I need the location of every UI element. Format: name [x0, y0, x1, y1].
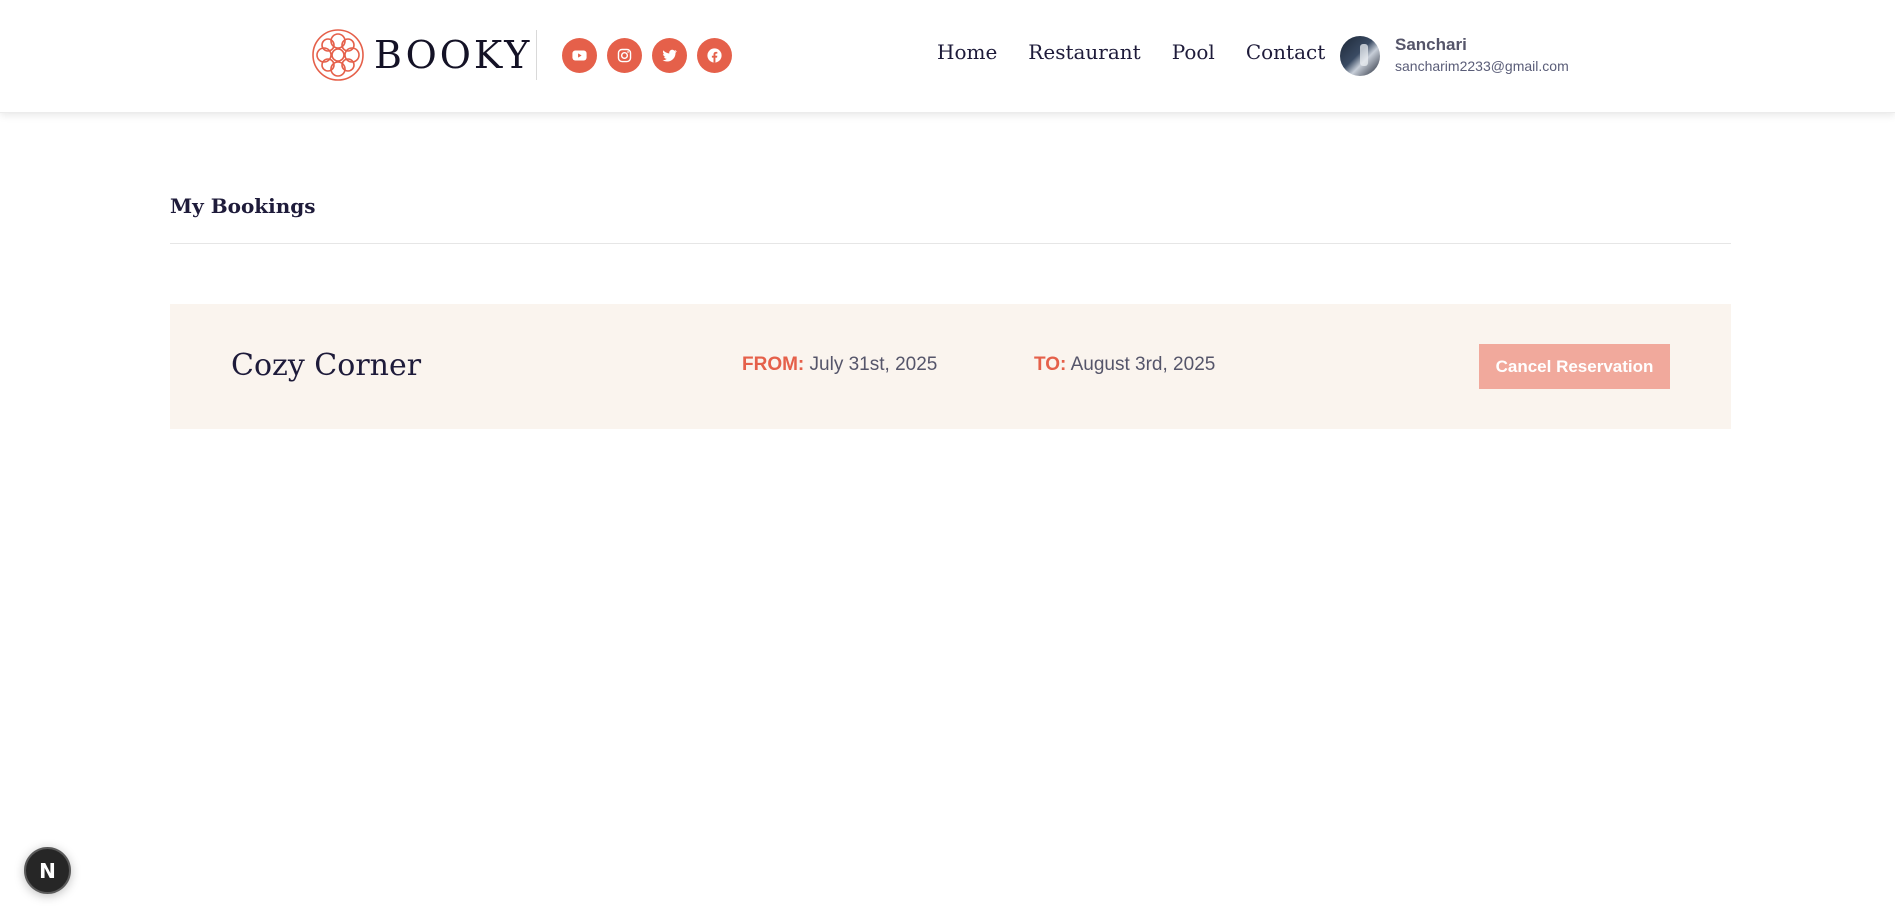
- youtube-icon: [572, 50, 587, 61]
- avatar[interactable]: [1340, 35, 1380, 76]
- user-name: Sanchari: [1395, 35, 1467, 54]
- site-header: BOOKY Home Restaurant Pool Contact Sanch…: [0, 0, 1895, 113]
- user-email: sancharim2233@gmail.com: [1395, 58, 1569, 74]
- from-label: FROM:: [742, 354, 805, 375]
- title-divider: [170, 243, 1731, 244]
- page-title: My Bookings: [170, 194, 316, 218]
- nav-home[interactable]: Home: [937, 40, 997, 64]
- brand-logo[interactable]: BOOKY: [310, 27, 532, 83]
- instagram-link[interactable]: [607, 38, 642, 73]
- booking-name: Cozy Corner: [231, 348, 422, 383]
- booking-to: TO: August 3rd, 2025: [1034, 354, 1215, 376]
- to-date: August 3rd, 2025: [1070, 354, 1216, 375]
- twitter-icon: [662, 49, 677, 62]
- logo-mandala-icon: [312, 29, 364, 81]
- facebook-icon: [707, 48, 722, 63]
- brand-name: BOOKY: [374, 33, 533, 77]
- main-nav: Home Restaurant Pool Contact: [937, 40, 1325, 64]
- facebook-link[interactable]: [697, 38, 732, 73]
- user-profile[interactable]: Sanchari sancharim2233@gmail.com: [1340, 35, 1569, 76]
- nav-restaurant[interactable]: Restaurant: [1028, 40, 1140, 64]
- user-info: Sanchari sancharim2233@gmail.com: [1395, 35, 1569, 76]
- youtube-link[interactable]: [562, 38, 597, 73]
- nav-contact[interactable]: Contact: [1246, 40, 1325, 64]
- header-divider: [536, 30, 537, 80]
- cancel-reservation-button[interactable]: Cancel Reservation: [1479, 344, 1670, 389]
- booking-from: FROM: July 31st, 2025: [742, 354, 937, 376]
- from-date: July 31st, 2025: [809, 354, 938, 375]
- booking-card: Cozy Corner FROM: July 31st, 2025 TO: Au…: [170, 304, 1731, 429]
- twitter-link[interactable]: [652, 38, 687, 73]
- nav-pool[interactable]: Pool: [1172, 40, 1215, 64]
- instagram-icon: [617, 48, 632, 63]
- to-label: TO:: [1034, 354, 1067, 375]
- social-links: [562, 38, 732, 73]
- dev-tools-badge[interactable]: N: [24, 847, 71, 894]
